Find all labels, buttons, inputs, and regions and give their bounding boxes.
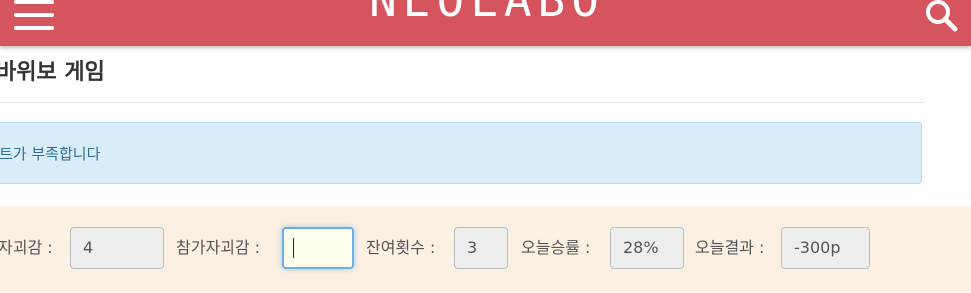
hamburger-menu-icon[interactable] bbox=[14, 0, 56, 30]
today-winrate-label: 오늘승률 : bbox=[521, 238, 591, 257]
today-result-label: 오늘결과 : bbox=[695, 238, 765, 257]
self-guilt-label: 자괴감 : bbox=[0, 238, 53, 257]
site-logo[interactable]: NEOLABO bbox=[362, 0, 612, 28]
entry-guilt-input[interactable] bbox=[282, 227, 354, 269]
alert-message: 트가 부족합니다 bbox=[0, 145, 101, 163]
search-icon[interactable] bbox=[922, 0, 962, 36]
today-result-field: -300p bbox=[781, 227, 870, 269]
game-stats-panel: 자괴감 : 4 참가자괴감 : 잔여횟수 : 3 오늘승률 : 28% 오늘결과… bbox=[0, 206, 971, 292]
page-title: 바위보 게임 bbox=[0, 60, 105, 85]
today-winrate-field: 28% bbox=[610, 227, 684, 269]
text-caret bbox=[293, 238, 294, 258]
title-divider bbox=[0, 102, 924, 103]
alert-box: 트가 부족합니다 bbox=[0, 122, 922, 184]
remaining-count-field: 3 bbox=[454, 227, 508, 269]
remaining-count-label: 잔여횟수 : bbox=[366, 238, 436, 257]
entry-guilt-label: 참가자괴감 : bbox=[176, 238, 261, 257]
self-guilt-field: 4 bbox=[70, 227, 164, 269]
top-navbar: NEOLABO bbox=[0, 0, 971, 46]
